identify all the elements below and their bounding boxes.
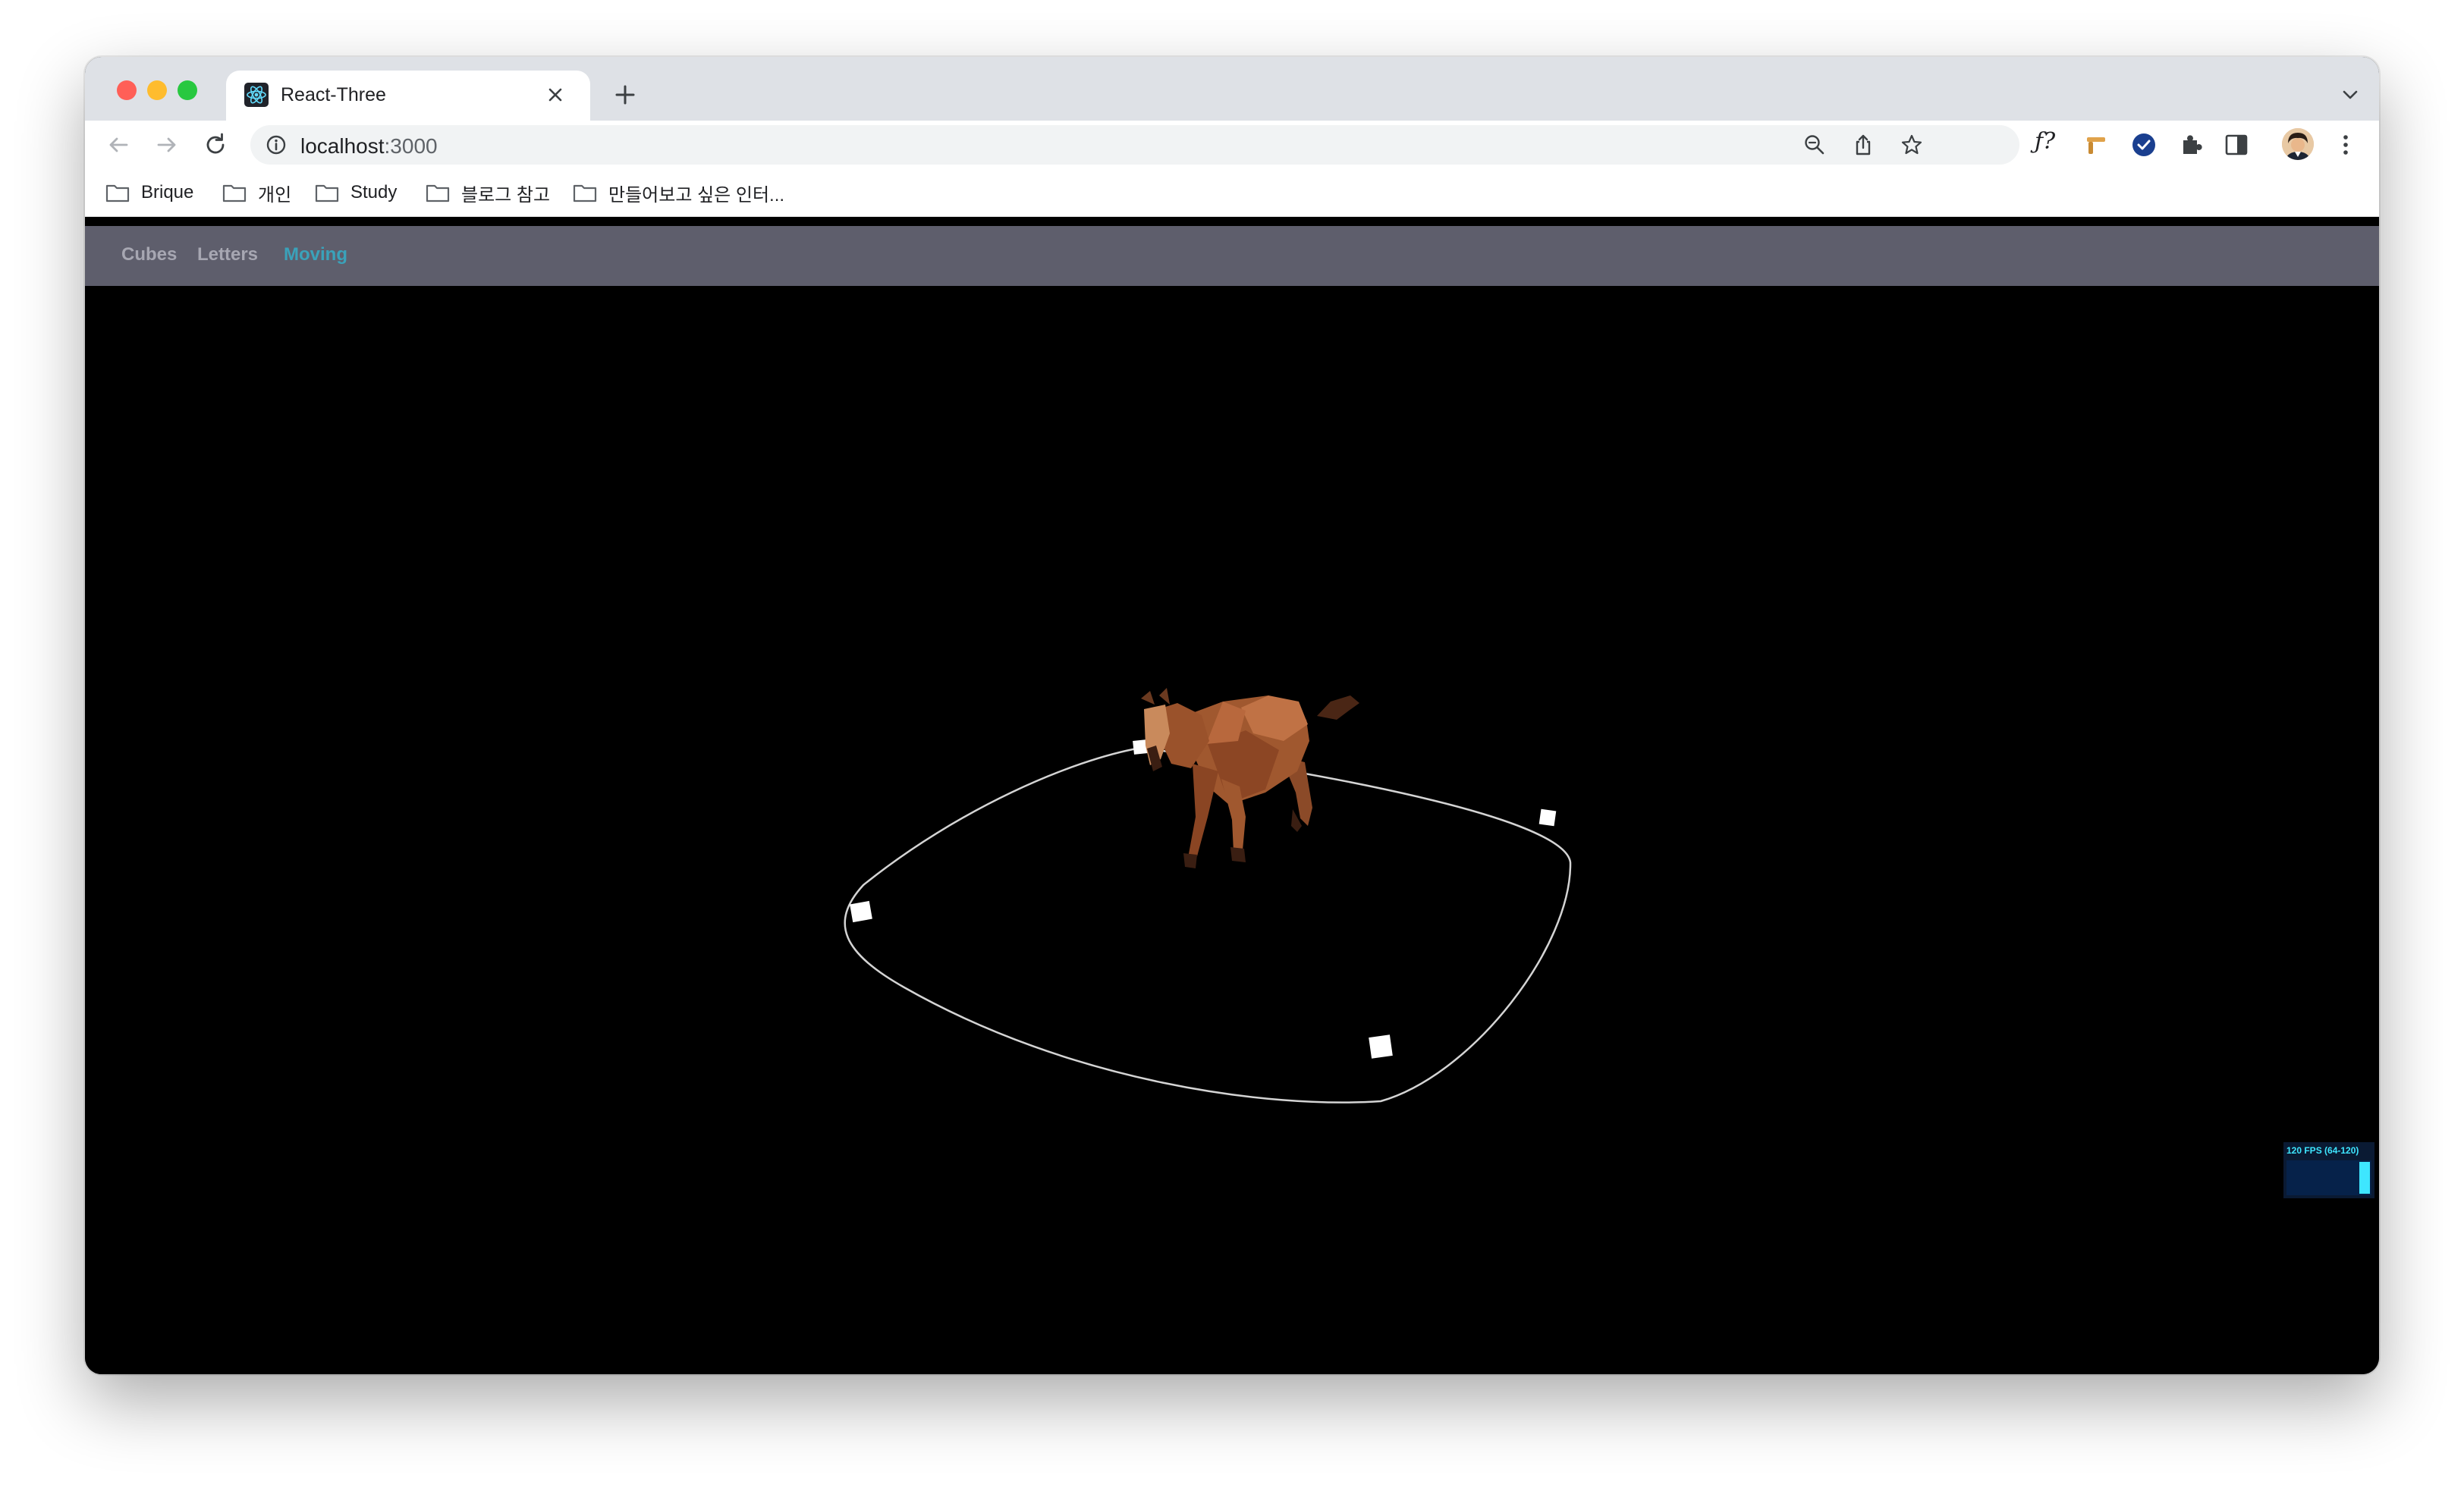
fps-stats-panel[interactable]: 120 FPS (64-120) <box>2283 1142 2374 1198</box>
browser-toolbar: localhost:3000 ƒ? <box>85 121 2379 169</box>
info-icon[interactable] <box>266 134 287 155</box>
bookmark-personal[interactable]: 개인 <box>222 180 291 206</box>
reload-icon[interactable] <box>200 130 231 160</box>
forward-icon[interactable] <box>152 130 182 160</box>
bookmark-label: Brique <box>141 182 194 202</box>
share-icon[interactable] <box>1851 133 1875 157</box>
bookmark-label: 블로그 참고 <box>461 184 551 206</box>
close-window-button[interactable] <box>117 80 137 100</box>
bookmarks-bar: Brique 개인 Study 블로그 참고 만들어보고 싶은 인터... <box>85 169 2379 217</box>
puzzle-icon[interactable] <box>2177 131 2205 159</box>
tab-bar: React-Three <box>85 57 2379 121</box>
bookmark-label: 만들어보고 싶은 인터... <box>608 184 785 206</box>
star-icon[interactable] <box>1900 133 1924 157</box>
fps-graph <box>2286 1160 2371 1195</box>
back-icon[interactable] <box>103 130 134 160</box>
fps-bar <box>2359 1162 2370 1194</box>
url-port: :3000 <box>384 134 438 158</box>
fps-label: 120 FPS (64-120) <box>2286 1145 2359 1156</box>
path-control-point[interactable] <box>1369 1034 1393 1059</box>
maximize-window-button[interactable] <box>178 80 197 100</box>
nav-link-cubes[interactable]: Cubes <box>121 244 177 265</box>
kebab-menu-icon[interactable] <box>2332 131 2359 159</box>
avatar[interactable] <box>2282 128 2314 160</box>
folder-icon <box>105 184 130 202</box>
url-host: localhost <box>300 134 385 158</box>
pipe-extension-icon[interactable] <box>2083 131 2110 159</box>
bookmark-interactions[interactable]: 만들어보고 싶은 인터... <box>572 180 784 206</box>
plus-icon[interactable] <box>608 78 642 111</box>
three-canvas[interactable] <box>85 286 2379 1374</box>
bookmark-brique[interactable]: Brique <box>105 180 193 206</box>
address-bar[interactable]: localhost:3000 <box>250 125 2019 165</box>
bookmark-label: 개인 <box>258 184 292 206</box>
path-control-point[interactable] <box>1538 808 1557 827</box>
fq-extension-icon[interactable]: ƒ? <box>2035 128 2055 155</box>
close-icon[interactable] <box>542 81 569 108</box>
app-nav: Cubes Letters Moving <box>85 226 2379 286</box>
folder-icon <box>426 184 450 202</box>
url-text: localhost:3000 <box>300 134 438 159</box>
browser-window: React-Three localhost:3000 ƒ? Brique 개인 … <box>85 57 2379 1374</box>
zoom-icon[interactable] <box>1802 133 1827 157</box>
folder-icon <box>222 184 247 202</box>
tab-title: React-Three <box>281 84 386 105</box>
bookmark-blog-reference[interactable]: 블로그 참고 <box>425 180 550 206</box>
path-control-point[interactable] <box>850 900 872 923</box>
active-tab[interactable]: React-Three <box>226 71 590 121</box>
chevron-down-icon[interactable] <box>2335 80 2365 110</box>
check-extension-icon[interactable] <box>2130 131 2158 159</box>
nav-link-letters[interactable]: Letters <box>197 244 258 265</box>
nav-link-moving[interactable]: Moving <box>284 244 347 265</box>
folder-icon <box>573 184 597 202</box>
react-favicon-icon <box>244 83 269 107</box>
bookmark-study[interactable]: Study <box>314 180 397 206</box>
minimize-window-button[interactable] <box>147 80 167 100</box>
folder-icon <box>315 184 339 202</box>
bookmark-label: Study <box>350 182 398 202</box>
sidepanel-icon[interactable] <box>2223 131 2250 159</box>
